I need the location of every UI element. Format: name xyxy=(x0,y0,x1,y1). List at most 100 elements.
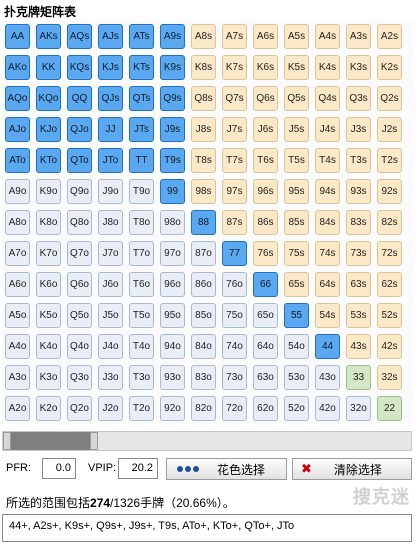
hand-cell-97s[interactable]: 97s xyxy=(222,179,247,204)
hand-cell-J3o[interactable]: J3o xyxy=(98,365,123,390)
hand-cell-T4o[interactable]: T4o xyxy=(129,334,154,359)
hand-cell-98o[interactable]: 98o xyxy=(160,210,185,235)
hand-cell-77[interactable]: 77 xyxy=(222,241,247,266)
hand-cell-KJs[interactable]: KJs xyxy=(98,55,123,80)
hand-cell-K4o[interactable]: K4o xyxy=(36,334,61,359)
hand-cell-Q4s[interactable]: Q4s xyxy=(315,86,340,111)
hand-cell-K4s[interactable]: K4s xyxy=(315,55,340,80)
hand-cell-K3s[interactable]: K3s xyxy=(346,55,371,80)
hand-cell-K5o[interactable]: K5o xyxy=(36,303,61,328)
hand-cell-J8o[interactable]: J8o xyxy=(98,210,123,235)
hand-cell-95s[interactable]: 95s xyxy=(284,179,309,204)
hand-cell-T3s[interactable]: T3s xyxy=(346,148,371,173)
slider-right-handle[interactable] xyxy=(90,432,98,450)
hand-cell-QTo[interactable]: QTo xyxy=(67,148,92,173)
hand-cell-Q5o[interactable]: Q5o xyxy=(67,303,92,328)
hand-cell-98s[interactable]: 98s xyxy=(191,179,216,204)
hand-cell-85o[interactable]: 85o xyxy=(191,303,216,328)
hand-cell-T8o[interactable]: T8o xyxy=(129,210,154,235)
hand-cell-66[interactable]: 66 xyxy=(253,272,278,297)
slider-left-handle[interactable] xyxy=(3,432,11,450)
hand-cell-T7o[interactable]: T7o xyxy=(129,241,154,266)
hand-cell-T3o[interactable]: T3o xyxy=(129,365,154,390)
hand-cell-55[interactable]: 55 xyxy=(284,303,309,328)
hand-cell-QJo[interactable]: QJo xyxy=(67,117,92,142)
hand-cell-J6s[interactable]: J6s xyxy=(253,117,278,142)
hand-cell-T6o[interactable]: T6o xyxy=(129,272,154,297)
hand-cell-Q9o[interactable]: Q9o xyxy=(67,179,92,204)
hand-cell-99[interactable]: 99 xyxy=(160,179,185,204)
hand-cell-42o[interactable]: 42o xyxy=(315,396,340,421)
hand-cell-J3s[interactable]: J3s xyxy=(346,117,371,142)
hand-cell-K7s[interactable]: K7s xyxy=(222,55,247,80)
hand-cell-KK[interactable]: KK xyxy=(36,55,61,80)
hand-cell-44[interactable]: 44 xyxy=(315,334,340,359)
hand-cell-K8s[interactable]: K8s xyxy=(191,55,216,80)
hand-cell-T7s[interactable]: T7s xyxy=(222,148,247,173)
suit-select-button[interactable]: 花色选择 xyxy=(166,458,287,480)
hand-cell-JTo[interactable]: JTo xyxy=(98,148,123,173)
hand-cell-J7s[interactable]: J7s xyxy=(222,117,247,142)
hand-cell-93s[interactable]: 93s xyxy=(346,179,371,204)
hand-cell-54o[interactable]: 54o xyxy=(284,334,309,359)
hand-cell-62o[interactable]: 62o xyxy=(253,396,278,421)
hand-cell-T9s[interactable]: T9s xyxy=(160,148,185,173)
hand-cell-J9s[interactable]: J9s xyxy=(160,117,185,142)
hand-cell-64o[interactable]: 64o xyxy=(253,334,278,359)
hand-cell-86s[interactable]: 86s xyxy=(253,210,278,235)
hand-cell-82s[interactable]: 82s xyxy=(377,210,402,235)
hand-cell-63s[interactable]: 63s xyxy=(346,272,371,297)
hand-cell-A6o[interactable]: A6o xyxy=(5,272,30,297)
hand-cell-76o[interactable]: 76o xyxy=(222,272,247,297)
hand-cell-A4o[interactable]: A4o xyxy=(5,334,30,359)
hand-cell-ATs[interactable]: ATs xyxy=(129,24,154,49)
hand-cell-93o[interactable]: 93o xyxy=(160,365,185,390)
hand-cell-J9o[interactable]: J9o xyxy=(98,179,123,204)
hand-cell-Q3s[interactable]: Q3s xyxy=(346,86,371,111)
hand-cell-85s[interactable]: 85s xyxy=(284,210,309,235)
hand-cell-A9s[interactable]: A9s xyxy=(160,24,185,49)
hand-cell-KQs[interactable]: KQs xyxy=(67,55,92,80)
hand-cell-T2o[interactable]: T2o xyxy=(129,396,154,421)
hand-cell-T4s[interactable]: T4s xyxy=(315,148,340,173)
hand-cell-92s[interactable]: 92s xyxy=(377,179,402,204)
hand-cell-72s[interactable]: 72s xyxy=(377,241,402,266)
hand-cell-52s[interactable]: 52s xyxy=(377,303,402,328)
hand-cell-Q6s[interactable]: Q6s xyxy=(253,86,278,111)
hand-cell-AA[interactable]: AA xyxy=(5,24,30,49)
hand-cell-A7s[interactable]: A7s xyxy=(222,24,247,49)
hand-cell-T5o[interactable]: T5o xyxy=(129,303,154,328)
hand-cell-K8o[interactable]: K8o xyxy=(36,210,61,235)
hand-cell-Q4o[interactable]: Q4o xyxy=(67,334,92,359)
hand-cell-JJ[interactable]: JJ xyxy=(98,117,123,142)
hand-cell-73o[interactable]: 73o xyxy=(222,365,247,390)
clear-selection-button[interactable]: ✖ 清除选择 xyxy=(292,458,412,480)
hand-cell-43o[interactable]: 43o xyxy=(315,365,340,390)
hand-cell-K9o[interactable]: K9o xyxy=(36,179,61,204)
hand-cell-87o[interactable]: 87o xyxy=(191,241,216,266)
hand-cell-T6s[interactable]: T6s xyxy=(253,148,278,173)
hand-cell-K3o[interactable]: K3o xyxy=(36,365,61,390)
hand-cell-63o[interactable]: 63o xyxy=(253,365,278,390)
hand-cell-A4s[interactable]: A4s xyxy=(315,24,340,49)
hand-cell-94s[interactable]: 94s xyxy=(315,179,340,204)
hand-cell-Q2o[interactable]: Q2o xyxy=(67,396,92,421)
hand-cell-33[interactable]: 33 xyxy=(346,365,371,390)
hand-cell-83o[interactable]: 83o xyxy=(191,365,216,390)
hand-cell-K6s[interactable]: K6s xyxy=(253,55,278,80)
hand-cell-42s[interactable]: 42s xyxy=(377,334,402,359)
hand-cell-94o[interactable]: 94o xyxy=(160,334,185,359)
hand-cell-Q8s[interactable]: Q8s xyxy=(191,86,216,111)
hand-cell-QQ[interactable]: QQ xyxy=(67,86,92,111)
hand-cell-A6s[interactable]: A6s xyxy=(253,24,278,49)
hand-cell-86o[interactable]: 86o xyxy=(191,272,216,297)
hand-cell-T9o[interactable]: T9o xyxy=(129,179,154,204)
hand-cell-Q6o[interactable]: Q6o xyxy=(67,272,92,297)
hand-cell-KQo[interactable]: KQo xyxy=(36,86,61,111)
hand-cell-75s[interactable]: 75s xyxy=(284,241,309,266)
hand-cell-J5s[interactable]: J5s xyxy=(284,117,309,142)
hand-cell-Q3o[interactable]: Q3o xyxy=(67,365,92,390)
hand-cell-AKo[interactable]: AKo xyxy=(5,55,30,80)
hand-cell-96s[interactable]: 96s xyxy=(253,179,278,204)
hand-cell-76s[interactable]: 76s xyxy=(253,241,278,266)
